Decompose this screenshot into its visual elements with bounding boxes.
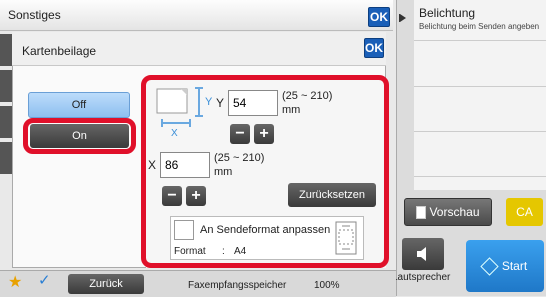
- x-axis-label-small: X: [171, 128, 178, 139]
- dialog-ok-button[interactable]: OK: [364, 38, 384, 58]
- y-arrow-icon: [194, 86, 204, 118]
- x-range: (25 ~ 210): [214, 152, 265, 164]
- y-plus-button[interactable]: +: [254, 124, 274, 144]
- fit-checkbox[interactable]: [174, 220, 194, 240]
- play-icon[interactable]: [400, 14, 406, 22]
- y-axis-label: Y: [205, 96, 213, 108]
- preview-label: Vorschau: [429, 205, 480, 219]
- dialog-title: Kartenbeilage: [22, 44, 97, 58]
- format-label: Format: [174, 246, 206, 257]
- start-icon: [480, 256, 499, 276]
- page-title: Sonstiges: [8, 8, 61, 22]
- x-plus-button[interactable]: +: [186, 186, 206, 206]
- reset-button[interactable]: Zurücksetzen: [288, 183, 376, 207]
- format-value: A4: [234, 246, 247, 257]
- fit-label[interactable]: An Sendeformat anpassen: [200, 224, 330, 236]
- x-arrow-icon: [160, 118, 192, 128]
- card-illustration: [156, 88, 192, 116]
- favorite-star-icon[interactable]: ★: [8, 272, 22, 292]
- ca-button[interactable]: CA: [506, 198, 543, 226]
- speaker-icon: [417, 247, 426, 261]
- speaker-button[interactable]: [402, 238, 444, 270]
- background-tab[interactable]: [0, 34, 12, 66]
- background-tab[interactable]: [0, 70, 12, 102]
- off-button[interactable]: Off: [28, 92, 130, 118]
- on-button[interactable]: On: [30, 124, 129, 148]
- y-label: Y: [216, 96, 225, 110]
- start-button[interactable]: Start: [466, 240, 544, 292]
- background-tab[interactable]: [0, 142, 12, 174]
- exposure-subtitle: Belichtung beim Senden angeben: [419, 22, 540, 31]
- speaker-label: Lautsprecher: [392, 272, 451, 283]
- start-label: Start: [501, 259, 528, 273]
- exposure-title[interactable]: Belichtung: [419, 6, 475, 20]
- format-separator: :: [222, 246, 225, 257]
- back-button[interactable]: Zurück: [68, 274, 144, 294]
- background-tab[interactable]: [0, 106, 12, 138]
- preview-button[interactable]: Vorschau: [404, 198, 492, 226]
- x-value-input[interactable]: [160, 152, 210, 178]
- x-label: X: [148, 158, 157, 172]
- preview-icon: [416, 205, 427, 219]
- y-value-input[interactable]: [228, 90, 278, 116]
- memory-value: 100%: [314, 280, 340, 291]
- memory-label: Faxempfangsspeicher: [188, 280, 287, 291]
- x-unit: mm: [214, 166, 233, 178]
- y-unit: mm: [282, 104, 301, 116]
- header-ok-button[interactable]: OK: [368, 7, 390, 27]
- play-bar-icon: [399, 14, 400, 22]
- check-icon[interactable]: ✓: [38, 271, 51, 289]
- y-range: (25 ~ 210): [282, 90, 333, 102]
- x-minus-button[interactable]: −: [162, 186, 182, 206]
- y-minus-button[interactable]: −: [230, 124, 250, 144]
- fit-format-icon: [334, 220, 358, 256]
